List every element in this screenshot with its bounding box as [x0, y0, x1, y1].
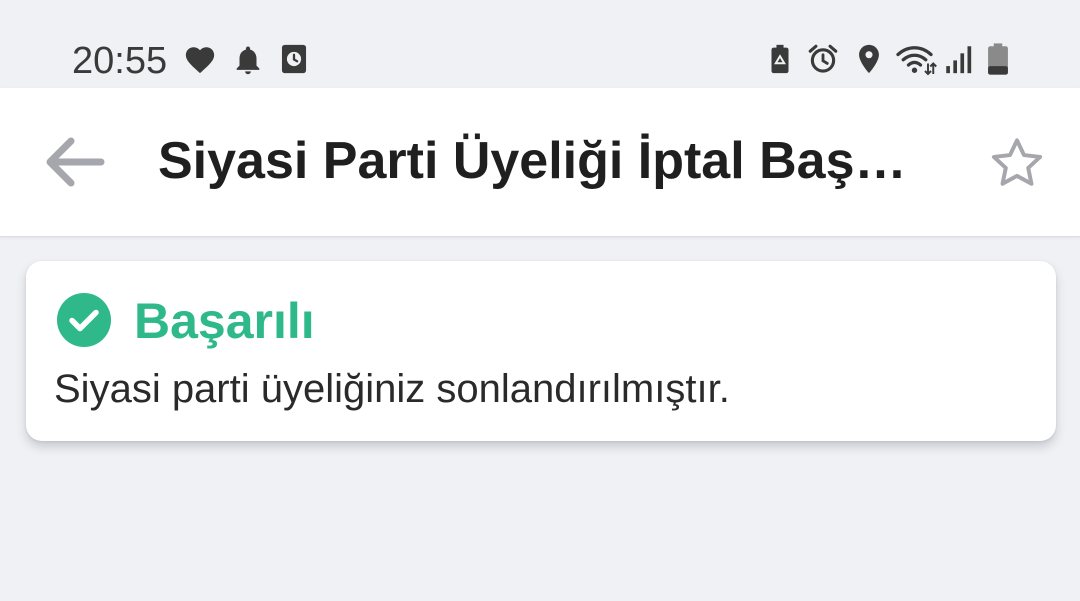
status-bar: 20:55 — [0, 0, 1080, 88]
favorite-button[interactable] — [986, 132, 1048, 194]
status-time: 20:55 — [72, 40, 168, 82]
heart-icon — [185, 47, 215, 74]
result-message: Siyasi parti üyeliğiniz sonlandırılmıştı… — [54, 367, 730, 411]
signal-icon — [946, 46, 972, 74]
location-icon — [859, 44, 879, 74]
check-circle-icon — [57, 293, 111, 347]
alarm-icon — [808, 44, 838, 73]
clock-app-icon — [281, 44, 307, 74]
battery-icon — [988, 43, 1008, 75]
page-title: Siyasi Parti Üyeliği İptal Başvurusu — [158, 132, 928, 190]
star-outline-icon — [991, 138, 1043, 186]
arrow-left-icon — [46, 137, 105, 187]
bell-icon — [236, 46, 260, 75]
back-button[interactable] — [36, 128, 112, 196]
result-title: Başarılı — [134, 293, 315, 349]
wifi-icon — [896, 46, 937, 76]
battery-saver-icon — [771, 44, 789, 74]
result-card: Başarılı Siyasi parti üyeliğiniz sonland… — [26, 261, 1056, 441]
app-bar: Siyasi Parti Üyeliği İptal Başvurusu — [0, 88, 1080, 237]
